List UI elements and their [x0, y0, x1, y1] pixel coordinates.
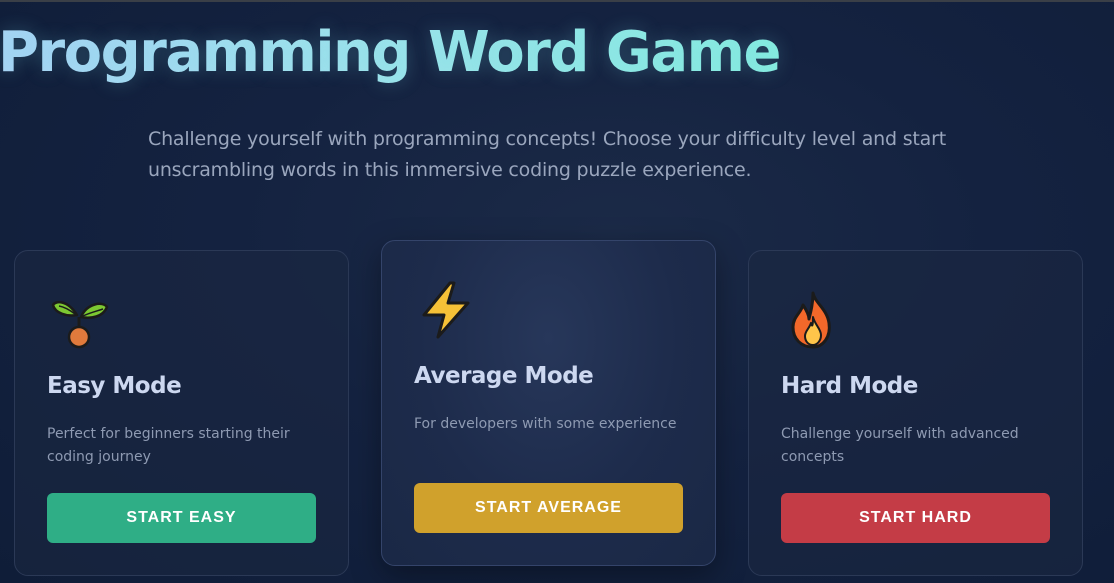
- average-mode-card: Average Mode For developers with some ex…: [381, 240, 716, 566]
- lightning-icon: [414, 277, 478, 341]
- start-easy-button[interactable]: START EASY: [47, 493, 316, 543]
- window-top-border: [0, 0, 1114, 2]
- page-subtitle: Challenge yourself with programming conc…: [148, 128, 946, 181]
- seedling-icon: [47, 287, 111, 351]
- easy-mode-title: Easy Mode: [47, 373, 182, 399]
- average-mode-title: Average Mode: [414, 363, 594, 389]
- easy-mode-description: Perfect for beginners starting their cod…: [47, 426, 290, 465]
- page-title: Programming Word Game: [0, 20, 782, 85]
- hard-mode-title: Hard Mode: [781, 373, 918, 399]
- fire-icon: [781, 287, 845, 351]
- start-hard-button[interactable]: START HARD: [781, 493, 1050, 543]
- hard-mode-description: Challenge yourself with advanced concept…: [781, 426, 1019, 465]
- easy-mode-card: Easy Mode Perfect for beginners starting…: [14, 250, 349, 576]
- average-mode-description: For developers with some experience: [414, 416, 677, 432]
- start-average-button[interactable]: START AVERAGE: [414, 483, 683, 533]
- hard-mode-card: Hard Mode Challenge yourself with advanc…: [748, 250, 1083, 576]
